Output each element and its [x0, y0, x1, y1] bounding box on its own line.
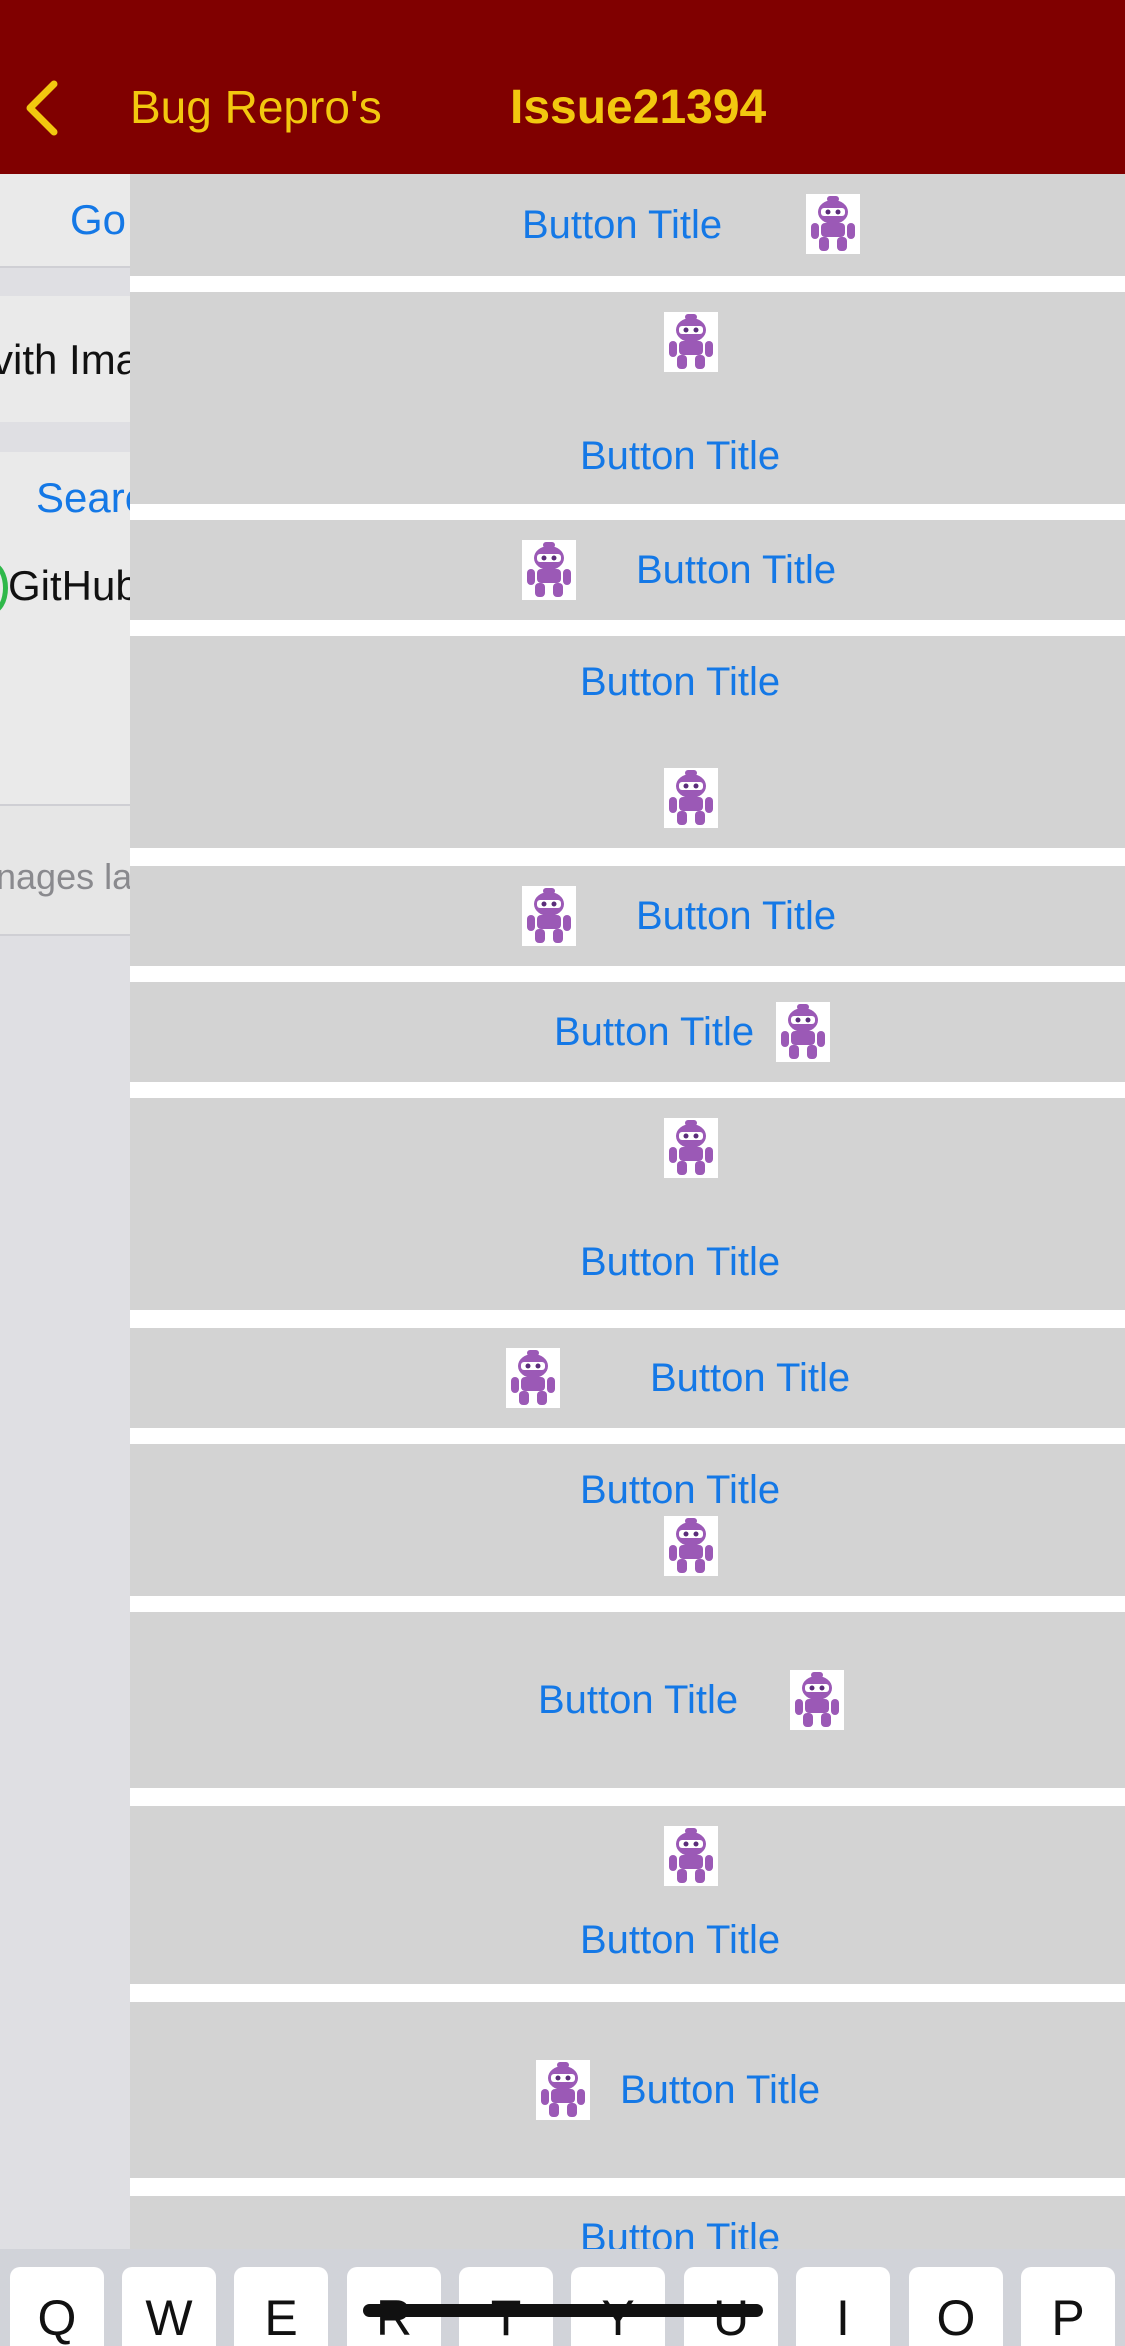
- button-image-top[interactable]: Button Title: [130, 1098, 1125, 1310]
- button-image-bottom[interactable]: Button Title: [130, 2196, 1125, 2249]
- button-title: Button Title: [620, 2068, 821, 2112]
- dotnet-bot-icon: [536, 2060, 590, 2120]
- button-title: Button Title: [580, 1240, 781, 1284]
- back-button-label[interactable]: Bug Repro's: [130, 80, 382, 134]
- dotnet-bot-icon: [806, 194, 860, 254]
- go-button[interactable]: Go: [0, 174, 130, 268]
- button-image-bottom[interactable]: Button Title: [130, 636, 1125, 848]
- key-label: T: [490, 2290, 522, 2346]
- dotnet-bot-icon: [522, 540, 576, 600]
- button-title: Button Title: [538, 1678, 739, 1722]
- key-label: U: [712, 2290, 750, 2346]
- key-label: P: [1051, 2290, 1085, 2346]
- button-title: Button Title: [580, 2216, 781, 2249]
- dotnet-bot-icon: [790, 1670, 844, 1730]
- button-image-right[interactable]: Button Title: [130, 982, 1125, 1082]
- button-image-top[interactable]: Button Title: [130, 1806, 1125, 1984]
- dotnet-bot-icon: [776, 1002, 830, 1062]
- button-title: Button Title: [522, 203, 723, 247]
- search-link[interactable]: Searc: [36, 474, 130, 522]
- dotnet-bot-icon: [522, 886, 576, 946]
- button-image-left[interactable]: Button Title: [130, 1328, 1125, 1428]
- button-image-left[interactable]: Button Title: [130, 866, 1125, 966]
- dotnet-bot-icon: [664, 768, 718, 828]
- keyboard: Q W E R T Y U I O P: [0, 2249, 1125, 2346]
- button-title: Button Title: [554, 1010, 755, 1054]
- search-field-placeholder: nages la: [0, 856, 130, 897]
- dotnet-bot-icon: [664, 1118, 718, 1178]
- button-title: Button Title: [636, 894, 837, 938]
- button-image-left[interactable]: Button Title: [130, 520, 1125, 620]
- button-title: Button Title: [650, 1356, 851, 1400]
- chevron-left-icon[interactable]: [22, 78, 62, 138]
- key-label: E: [264, 2290, 298, 2346]
- button-title: Button Title: [580, 1468, 781, 1512]
- status-dot-icon: [0, 562, 8, 614]
- key-label: I: [836, 2290, 850, 2346]
- button-image-left[interactable]: Button Title: [130, 2002, 1125, 2178]
- images-row-label: vith Ima: [0, 336, 130, 383]
- button-image-bottom[interactable]: Button Title: [130, 1444, 1125, 1596]
- search-field[interactable]: nages la: [0, 806, 130, 936]
- key-p[interactable]: P: [1021, 2267, 1115, 2346]
- button-title: Button Title: [580, 434, 781, 478]
- button-title: Button Title: [636, 548, 837, 592]
- search-section: Searc GitHub: [0, 452, 130, 814]
- home-indicator[interactable]: [363, 2304, 763, 2317]
- button-title: Button Title: [580, 660, 781, 704]
- key-label: W: [145, 2290, 193, 2346]
- dotnet-bot-icon: [664, 312, 718, 372]
- images-row[interactable]: vith Ima: [0, 296, 130, 422]
- key-label: Y: [601, 2290, 635, 2346]
- key-o[interactable]: O: [909, 2267, 1003, 2346]
- button-image-top[interactable]: Button Title: [130, 292, 1125, 504]
- dotnet-bot-icon: [664, 1516, 718, 1576]
- go-button-label: Go: [70, 196, 127, 243]
- navigation-bar: Bug Repro's Issue21394: [0, 0, 1125, 174]
- page-title: Issue21394: [510, 81, 767, 134]
- left-panel: Go vith Ima Searc GitHub nages la: [0, 174, 130, 2249]
- dotnet-bot-icon: [506, 1348, 560, 1408]
- button-title: Button Title: [580, 1918, 781, 1962]
- dotnet-bot-icon: [664, 1826, 718, 1886]
- button-image-right[interactable]: Button Title: [130, 1612, 1125, 1788]
- key-e[interactable]: E: [234, 2267, 328, 2346]
- key-label: O: [936, 2290, 976, 2346]
- key-w[interactable]: W: [122, 2267, 216, 2346]
- button-image-right[interactable]: Button Title: [130, 174, 1125, 276]
- key-label: R: [375, 2290, 413, 2346]
- key-i[interactable]: I: [796, 2267, 890, 2346]
- key-label: Q: [37, 2290, 77, 2346]
- key-q[interactable]: Q: [10, 2267, 104, 2346]
- github-label[interactable]: GitHub: [8, 562, 130, 610]
